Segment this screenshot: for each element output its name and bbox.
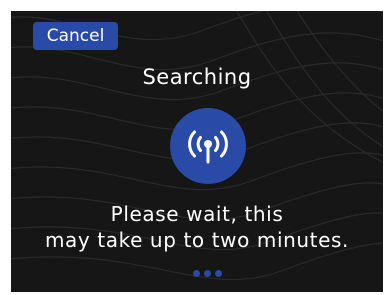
loading-dot [193,270,200,277]
cancel-button[interactable]: Cancel [33,22,118,50]
loading-dot [215,270,222,277]
loading-dot [204,270,211,277]
wait-message: Please wait, this may take up to two min… [11,201,383,253]
status-title: Searching [142,65,252,89]
signal-tower-icon [188,130,228,164]
search-screen: Cancel Searching Please wait, this may t… [11,11,383,292]
loading-dots [193,270,222,278]
wait-message-line-2: may take up to two minutes. [44,228,350,252]
wait-message-line-1: Please wait, this [110,202,284,226]
search-status-indicator [170,108,246,184]
